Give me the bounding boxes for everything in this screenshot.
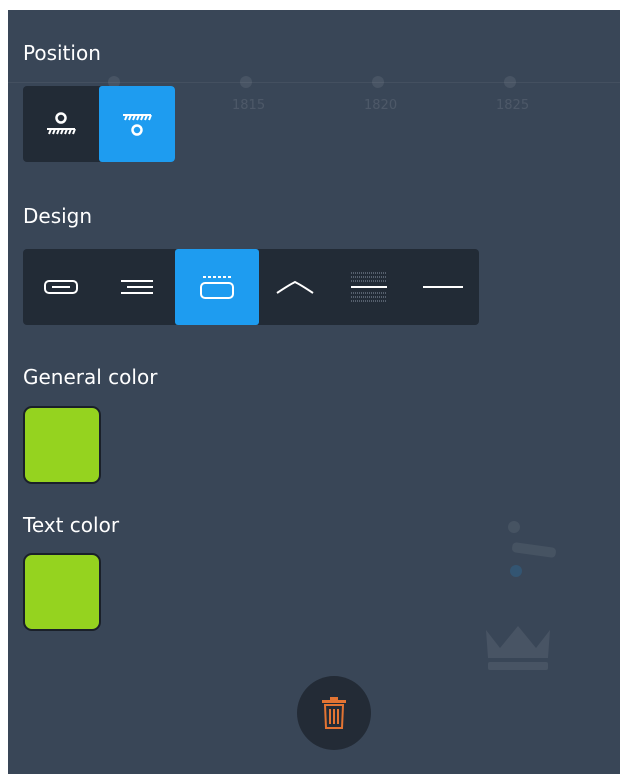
background-year-label: 1815 <box>232 98 266 113</box>
design-option-arc[interactable] <box>259 249 331 325</box>
trash-icon <box>322 697 346 729</box>
marker-above-ruler-icon <box>47 112 76 135</box>
design-single-line-icon <box>423 286 463 288</box>
design-option-box-dashed-top[interactable] <box>175 249 259 325</box>
design-label: Design <box>23 204 93 228</box>
background-year-label: 1825 <box>496 98 530 113</box>
background-timeline-line <box>8 82 620 83</box>
settings-panel: 1810 1815 1820 1825 Position <box>8 10 620 774</box>
background-timeline-dot <box>240 76 252 88</box>
background-timeline-dot <box>504 76 516 88</box>
marker-below-ruler-icon <box>123 114 152 136</box>
design-button-group <box>23 249 479 325</box>
design-dotted-grid-icon <box>351 272 387 302</box>
general-color-label: General color <box>23 365 158 389</box>
design-option-lines[interactable] <box>99 249 175 325</box>
position-below-button[interactable] <box>99 86 175 162</box>
background-timeline-dot <box>372 76 384 88</box>
text-color-swatch[interactable] <box>23 553 101 631</box>
design-option-single-line[interactable] <box>407 249 479 325</box>
design-rounded-box-icon <box>44 280 78 294</box>
position-button-group <box>23 86 175 162</box>
text-color-label: Text color <box>23 513 120 537</box>
delete-button[interactable] <box>297 676 371 750</box>
design-option-rounded-box[interactable] <box>23 249 99 325</box>
design-box-with-dashed-top-icon <box>200 276 234 299</box>
background-decoration <box>508 521 556 577</box>
position-above-button[interactable] <box>23 86 99 162</box>
position-label: Position <box>23 41 101 65</box>
crown-icon <box>486 626 550 670</box>
background-year-label: 1820 <box>364 98 398 113</box>
design-option-dotted-grid[interactable] <box>331 249 407 325</box>
general-color-swatch[interactable] <box>23 406 101 484</box>
design-arc-icon <box>276 280 314 294</box>
design-lines-icon <box>121 280 153 294</box>
